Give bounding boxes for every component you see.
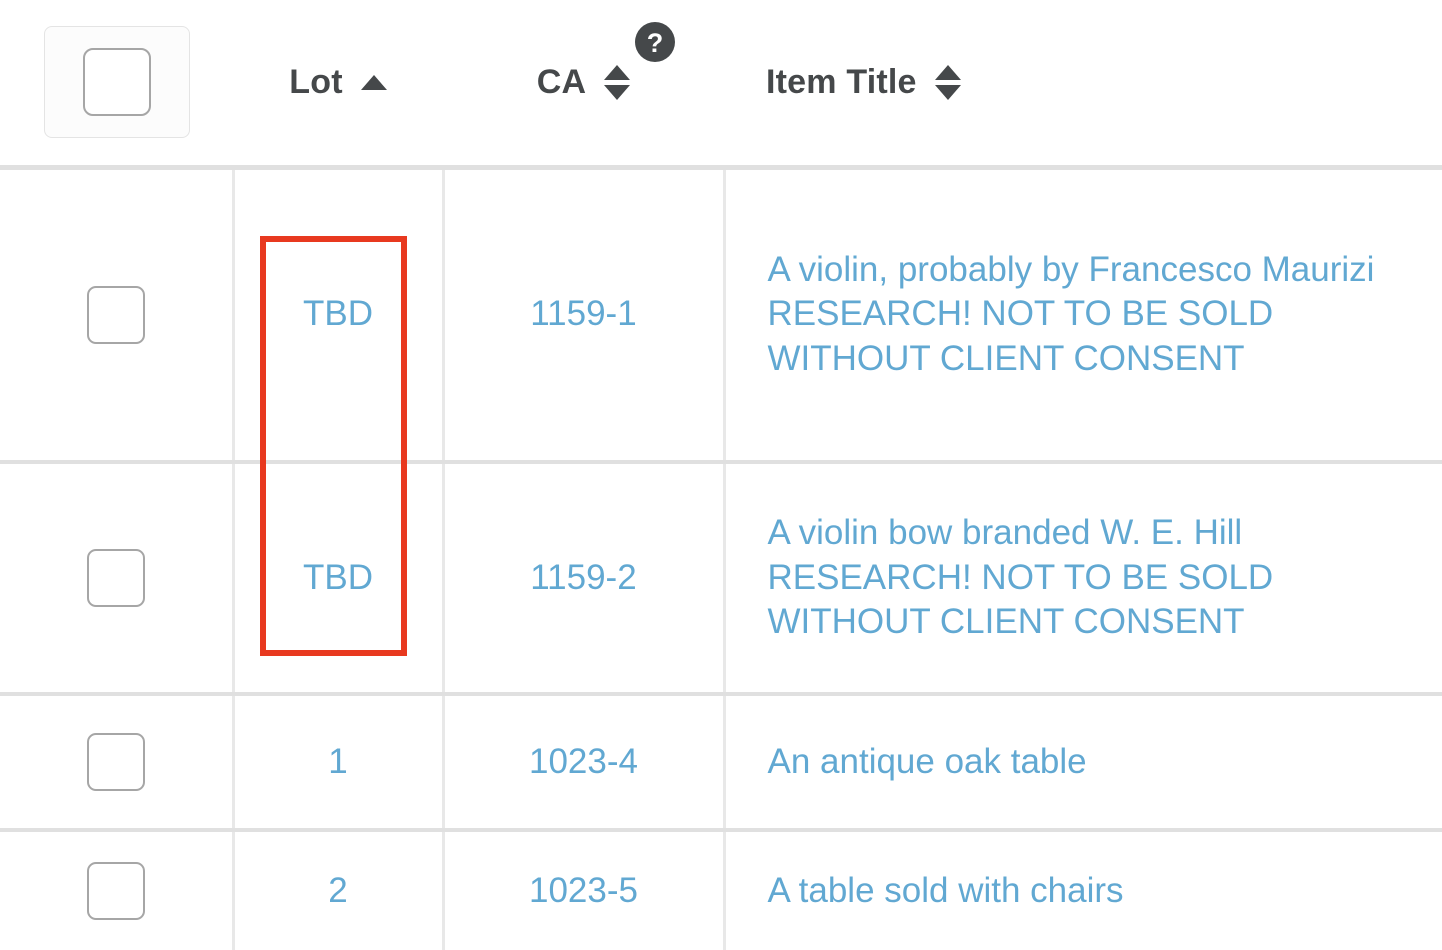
lot-link[interactable]: 2	[328, 869, 347, 914]
column-header-ca[interactable]: CA ?	[443, 0, 724, 170]
lot-cell: TBD	[233, 167, 445, 464]
ca-link[interactable]: 1023-4	[529, 740, 638, 785]
row-select-cell	[0, 830, 235, 950]
lot-link[interactable]: 1	[328, 740, 347, 785]
ca-link[interactable]: 1159-2	[530, 556, 636, 601]
checkbox-icon[interactable]	[86, 549, 145, 607]
table-body: TBD 1159-1 A violin, probably by Frances…	[0, 167, 1442, 950]
column-header-ca-label: CA	[536, 62, 587, 101]
help-circle-icon[interactable]: ?	[634, 21, 676, 63]
lot-cell: TBD	[233, 462, 445, 696]
svg-text:?: ?	[647, 28, 664, 58]
column-header-item-title-label: Item Title	[766, 62, 917, 101]
lot-cell: 1	[233, 694, 445, 832]
item-title-cell: A violin bow branded W. E. Hill RESEARCH…	[724, 462, 1442, 696]
sort-ascending-icon[interactable]	[360, 74, 387, 90]
column-header-lot-label: Lot	[289, 62, 343, 101]
checkbox-icon[interactable]	[86, 862, 145, 920]
item-title-link[interactable]: A table sold with chairs	[726, 869, 1442, 914]
sort-icon[interactable]	[934, 64, 961, 100]
table-row[interactable]: TBD 1159-2 A violin bow branded W. E. Hi…	[0, 462, 1442, 696]
lot-link[interactable]: TBD	[303, 292, 373, 337]
ca-link[interactable]: 1159-1	[530, 292, 636, 337]
item-title-link[interactable]: An antique oak table	[726, 740, 1442, 785]
lot-cell: 2	[233, 830, 445, 950]
checkbox-icon[interactable]	[86, 285, 145, 344]
checkbox-icon[interactable]	[82, 48, 151, 117]
row-select-cell	[0, 462, 235, 696]
table-header: Lot CA ? Item Title	[0, 0, 1442, 170]
table-row[interactable]: 1 1023-4 An antique oak table	[0, 694, 1442, 832]
item-title-cell: An antique oak table	[724, 694, 1442, 832]
lot-link[interactable]: TBD	[303, 556, 373, 601]
ca-cell: 1159-1	[443, 167, 726, 464]
item-title-link[interactable]: A violin bow branded W. E. Hill RESEARCH…	[726, 511, 1442, 645]
item-title-link[interactable]: A violin, probably by Francesco Maurizi …	[726, 248, 1442, 382]
ca-cell: 1159-2	[443, 462, 726, 696]
lot-table: Lot CA ? Item Title TBD 1159-1 A violin,…	[0, 0, 1442, 950]
ca-cell: 1023-5	[443, 830, 726, 950]
column-header-item-title[interactable]: Item Title	[724, 0, 1442, 170]
column-header-select	[0, 0, 233, 170]
table-row[interactable]: TBD 1159-1 A violin, probably by Frances…	[0, 167, 1442, 464]
table-header-row: Lot CA ? Item Title	[0, 0, 1442, 170]
item-title-cell: A violin, probably by Francesco Maurizi …	[724, 167, 1442, 464]
row-select-cell	[0, 694, 235, 832]
column-header-lot[interactable]: Lot	[233, 0, 443, 170]
checkbox-icon[interactable]	[86, 733, 145, 791]
ca-cell: 1023-4	[443, 694, 726, 832]
row-select-cell	[0, 167, 235, 464]
select-all-button[interactable]	[43, 26, 190, 139]
item-title-cell: A table sold with chairs	[724, 830, 1442, 950]
lot-table-container: Lot CA ? Item Title TBD 1159-1 A violin,…	[0, 0, 1442, 950]
ca-link[interactable]: 1023-5	[529, 869, 638, 914]
sort-icon[interactable]	[604, 64, 631, 100]
table-row[interactable]: 2 1023-5 A table sold with chairs	[0, 830, 1442, 950]
